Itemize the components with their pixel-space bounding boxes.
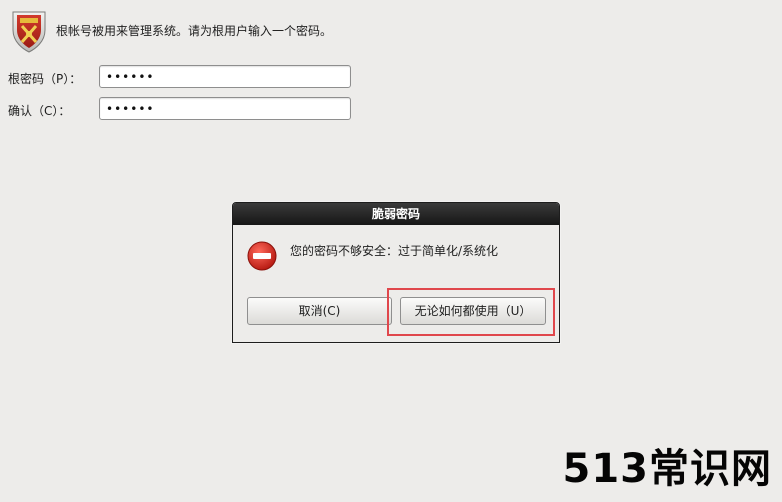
confirm-password-label: 确认（C）：	[8, 104, 71, 118]
highlight-box	[387, 288, 555, 336]
confirm-password-input[interactable]	[99, 97, 351, 120]
dialog-message: 您的密码不够安全：过于简单化/系统化	[290, 244, 499, 258]
root-password-label: 根密码（P）：	[8, 72, 82, 86]
dialog-title: 脆弱密码	[233, 203, 559, 225]
cancel-button[interactable]: 取消(C)	[247, 297, 392, 325]
header-description: 根帐号被用来管理系统。请为根用户输入一个密码。	[56, 24, 333, 38]
stop-icon	[247, 241, 277, 271]
root-password-input[interactable]	[99, 65, 351, 88]
shield-logo-icon	[10, 8, 48, 54]
watermark: 513常识网	[562, 446, 772, 492]
